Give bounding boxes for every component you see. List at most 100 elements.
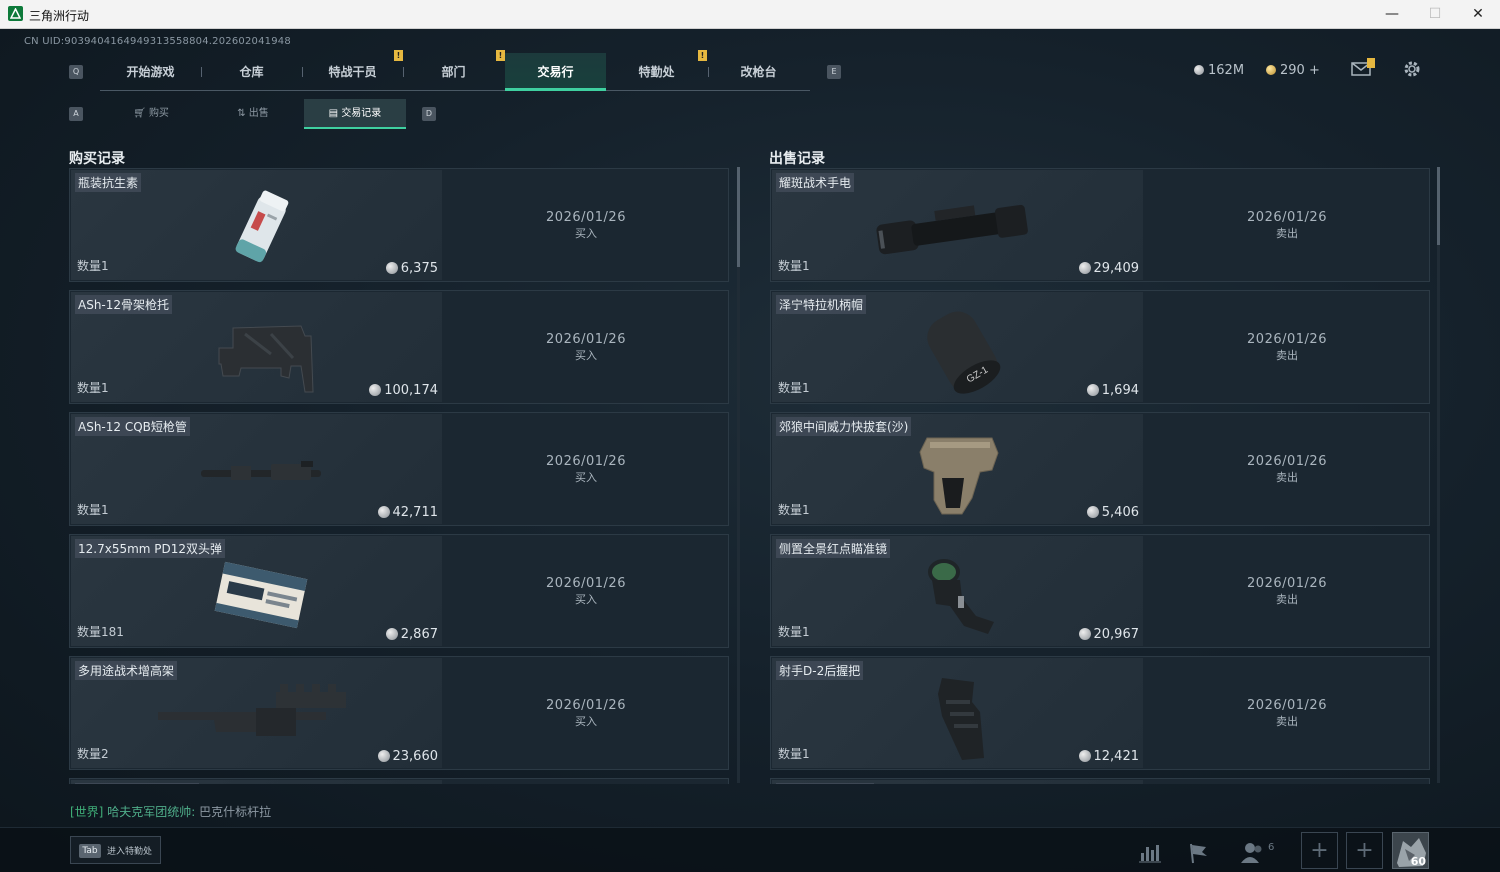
nav-prev-key[interactable]: Q [69,65,83,79]
squad-icon[interactable] [1234,835,1270,871]
sell-records-title: 出售记录 [769,151,825,167]
item-name: 郊狼中间威力快拔套(沙) [776,417,912,436]
add-teammate-button[interactable]: + [1301,832,1338,869]
notice-badge: ! [698,50,707,61]
trade-record-row[interactable]: ASh-12扩容20发弹匣 [69,778,729,784]
item-card[interactable]: M7 20发6.8弹匣 [772,780,1143,784]
item-card[interactable]: 射手D-2后握把 数量1 12,421 [772,658,1143,768]
gold-currency[interactable]: 290 + [1266,63,1320,78]
sub-nav: 🛒︎ 购买 ⇅ 出售 ▤ 交易记录 [100,99,406,129]
subtab-buy-label: 购买 [148,108,169,119]
ammo-icon [214,561,308,629]
trade-record-row[interactable]: 瓶装抗生素 数量1 6,375 2026/01/26 买入 [69,168,729,282]
close-button[interactable]: ✕ [1455,0,1500,29]
flag-icon[interactable] [1180,835,1216,871]
player-avatar[interactable]: 60 [1392,832,1429,869]
cap-icon: GZ-1 [927,311,1001,394]
item-card[interactable]: 12.7x55mm PD12双头弹 数量181 2,867 [71,536,442,646]
item-price-value: 42,711 [392,505,439,520]
item-price-value: 20,967 [1093,627,1140,642]
trade-record-row[interactable]: ASh-12骨架枪托 数量1 100,174 2026/01/26 买入 [69,290,729,404]
sell-records-list[interactable]: 耀斑战术手电 数量1 29,409 2026/01/26 卖出 泽宁特拉机柄帽 GZ-1 数量… [770,168,1434,784]
tab-department[interactable]: 部门 [403,53,504,91]
sell-list-scrollbar[interactable] [1437,167,1440,783]
trade-record-row[interactable]: 多用途战术增高架 数量2 23,660 2026/01/26 买入 [69,656,729,770]
trade-record-row[interactable]: 射手D-2后握把 数量1 12,421 2026/01/26 卖出 [770,656,1430,770]
gold-coin-icon [1266,65,1276,75]
window-titlebar: 三角洲行动 — ☐ ✕ [0,0,1500,29]
notice-badge: ! [496,50,505,61]
item-card[interactable]: 瓶装抗生素 数量1 6,375 [71,170,442,280]
subnav-next-key[interactable]: D [422,107,436,121]
item-price: 6,375 [385,261,438,276]
scroll-thumb[interactable] [1437,167,1440,245]
item-image [852,184,1062,274]
buy-records-list[interactable]: 瓶装抗生素 数量1 6,375 2026/01/26 买入 ASh-12骨架枪托 数量1 10… [69,168,733,784]
tab-gunsmith[interactable]: 改枪台 [708,53,809,91]
tab-start-game[interactable]: 开始游戏 [100,53,201,91]
enter-special-ops-button[interactable]: Tab 进入特勤处 [70,836,161,864]
item-quantity: 数量1 [77,259,109,273]
item-name: 侧置全景红点瞄准镜 [776,539,891,558]
item-card[interactable]: 多用途战术增高架 数量2 23,660 [71,658,442,768]
trade-type: 买入 [575,471,597,484]
item-card[interactable]: ASh-12扩容20发弹匣 [71,780,442,784]
silver-coin-icon [1086,506,1099,518]
chat-line[interactable]: [世界] 哈夫克军团统帅: 巴克什标杆拉 [70,803,271,820]
trade-record-row[interactable]: 12.7x55mm PD12双头弹 数量181 2,867 2026/01/26 买入 [69,534,729,648]
item-quantity: 数量1 [778,381,810,395]
trade-record-row[interactable]: 耀斑战术手电 数量1 29,409 2026/01/26 卖出 [770,168,1430,282]
squad-count: 6 [1268,842,1275,853]
gear-icon[interactable] [1402,59,1422,79]
stats-chart-icon[interactable] [1131,835,1167,871]
riser-icon [158,684,346,736]
item-quantity: 数量2 [77,747,109,761]
item-price: 100,174 [369,383,438,398]
item-card[interactable]: 郊狼中间威力快拔套(沙) 数量1 5,406 [772,414,1143,524]
trade-date: 2026/01/26 [546,576,626,591]
item-quantity: 数量1 [778,259,810,273]
item-price: 1,694 [1086,383,1139,398]
silver-coin-icon [369,384,382,396]
bottle-icon [235,190,289,263]
silver-currency[interactable]: 162M [1194,63,1244,78]
trade-record-row[interactable]: M7 20发6.8弹匣 [770,778,1430,784]
item-price: 5,406 [1086,505,1139,520]
trade-record-row[interactable]: 郊狼中间威力快拔套(沙) 数量1 5,406 2026/01/26 卖出 [770,412,1430,526]
item-image [201,428,321,518]
silver-coin-icon [1078,262,1091,274]
trade-record-row[interactable]: 侧置全景红点瞄准镜 数量1 20,967 2026/01/26 卖出 [770,534,1430,648]
item-price-value: 1,694 [1101,383,1139,398]
tab-special-ops[interactable]: 特勤处 [606,53,707,91]
tab-warehouse[interactable]: 仓库 [201,53,302,91]
item-card[interactable]: ASh-12 CQB短枪管 数量1 42,711 [71,414,442,524]
item-card[interactable]: 泽宁特拉机柄帽 GZ-1 数量1 1,694 [772,292,1143,402]
trade-record-row[interactable]: 泽宁特拉机柄帽 GZ-1 数量1 1,694 2026/01/26 卖出 [770,290,1430,404]
chat-sender: 哈夫克军团统帅: [107,805,196,819]
minimize-button[interactable]: — [1369,0,1415,29]
tab-trading[interactable]: 交易行 [505,53,606,91]
buy-records-title: 购买记录 [69,151,125,167]
buy-list-scrollbar[interactable] [737,167,740,783]
tab-operators[interactable]: 特战干员 [302,53,403,91]
record-icon: ▤ [328,108,342,119]
item-card[interactable]: 耀斑战术手电 数量1 29,409 [772,170,1143,280]
item-name: 耀斑战术手电 [776,173,855,192]
trade-record-row[interactable]: ASh-12 CQB短枪管 数量1 42,711 2026/01/26 买入 [69,412,729,526]
game-viewport: CN UID:9039404164949313558804.2026020419… [0,29,1500,872]
item-name: 泽宁特拉机柄帽 [776,295,867,314]
item-price-value: 23,660 [392,749,439,764]
subtab-records-label: 交易记录 [341,108,382,119]
scroll-thumb[interactable] [737,167,740,267]
subnav-prev-key[interactable]: A [69,107,83,121]
item-card[interactable]: 侧置全景红点瞄准镜 数量1 20,967 [772,536,1143,646]
maximize-button[interactable]: ☐ [1412,0,1458,29]
subtab-records[interactable]: ▤ 交易记录 [304,99,406,129]
subtab-buy[interactable]: 🛒︎ 购买 [100,99,202,129]
add-teammate-button[interactable]: + [1346,832,1383,869]
subtab-sell[interactable]: ⇅ 出售 [202,99,304,129]
nav-next-key[interactable]: E [827,65,841,79]
silver-coin-icon [1078,628,1091,640]
trade-date: 2026/01/26 [546,210,626,225]
item-card[interactable]: ASh-12骨架枪托 数量1 100,174 [71,292,442,402]
